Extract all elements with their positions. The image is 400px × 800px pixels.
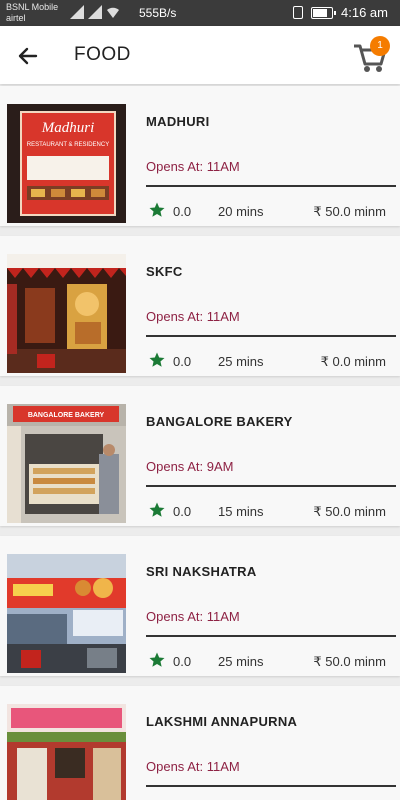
rating: 0.0 bbox=[173, 504, 192, 519]
signal-icon bbox=[70, 5, 84, 19]
minimum-order: ₹ 50.0 minm bbox=[313, 504, 386, 519]
opens-at: Opens At: 11AM bbox=[146, 309, 240, 324]
divider bbox=[146, 785, 396, 787]
restaurant-meta: 0.0 25 mins ₹ 0.0 minm bbox=[146, 352, 396, 372]
opens-label: Opens At: bbox=[146, 159, 204, 174]
minimum-order: ₹ 50.0 minm bbox=[313, 204, 386, 219]
divider bbox=[146, 485, 396, 487]
minimum-order: ₹ 50.0 minm bbox=[313, 654, 386, 669]
restaurant-list: Madhuri RESTAURANT & RESIDENCY MADHURI O… bbox=[0, 86, 400, 800]
restaurant-name: LAKSHMI ANNAPURNA bbox=[146, 714, 298, 729]
star-icon bbox=[149, 502, 165, 517]
bakery-sign-text: BANGALORE BAKERY bbox=[28, 412, 105, 419]
opens-label: Opens At: bbox=[146, 309, 204, 324]
vibrate-icon bbox=[293, 6, 304, 19]
divider bbox=[146, 185, 396, 187]
restaurant-card[interactable]: SKFC Opens At: 11AM 0.0 25 mins ₹ 0.0 mi… bbox=[0, 236, 400, 376]
madhuri-sub-text: RESTAURANT & RESIDENCY bbox=[27, 142, 109, 148]
cart-count-badge: 1 bbox=[370, 36, 390, 56]
opens-at: Opens At: 11AM bbox=[146, 159, 240, 174]
opens-label: Opens At: bbox=[146, 459, 204, 474]
app-bar: FOOD 1 bbox=[0, 26, 400, 84]
clock: 4:16 am bbox=[341, 5, 388, 20]
restaurant-name: MADHURI bbox=[146, 114, 210, 129]
restaurant-meta: 0.0 25 mins ₹ 50.0 minm bbox=[146, 652, 396, 672]
restaurant-meta: 0.0 15 mins ₹ 50.0 minm bbox=[146, 502, 396, 522]
carrier-2: airtel bbox=[6, 13, 26, 23]
delivery-time: 25 mins bbox=[218, 354, 264, 369]
restaurant-name: SRI NAKSHATRA bbox=[146, 564, 257, 579]
carrier-info: BSNL Mobile airtel bbox=[6, 2, 58, 24]
network-speed: 555B/s bbox=[139, 6, 177, 20]
divider bbox=[146, 335, 396, 337]
delivery-time: 25 mins bbox=[218, 654, 264, 669]
opens-time: 11AM bbox=[206, 309, 240, 324]
opens-time: 9AM bbox=[206, 459, 234, 474]
opens-time: 11AM bbox=[206, 609, 240, 624]
opens-label: Opens At: bbox=[146, 759, 204, 774]
signal-icon bbox=[88, 5, 102, 19]
restaurant-image bbox=[7, 254, 126, 373]
restaurant-card[interactable]: SRI NAKSHATRA Opens At: 11AM 0.0 25 mins… bbox=[0, 536, 400, 676]
carrier-1: BSNL Mobile bbox=[6, 2, 59, 12]
restaurant-card[interactable]: LAKSHMI ANNAPURNA Opens At: 11AM bbox=[0, 686, 400, 800]
restaurant-meta: 0.0 20 mins ₹ 50.0 minm bbox=[146, 202, 396, 222]
page-title: FOOD bbox=[74, 44, 131, 65]
opens-at: Opens At: 11AM bbox=[146, 759, 240, 774]
restaurant-image bbox=[7, 554, 126, 673]
minimum-order: ₹ 0.0 minm bbox=[320, 354, 386, 369]
star-icon bbox=[149, 202, 165, 217]
madhuri-logo-text: Madhuri bbox=[41, 120, 95, 136]
status-right: 4:16 am bbox=[293, 5, 388, 20]
opens-at: Opens At: 9AM bbox=[146, 459, 233, 474]
divider bbox=[146, 635, 396, 637]
rating: 0.0 bbox=[173, 654, 192, 669]
restaurant-name: SKFC bbox=[146, 264, 183, 279]
restaurant-name: BANGALORE BAKERY bbox=[146, 414, 293, 429]
opens-time: 11AM bbox=[206, 159, 240, 174]
restaurant-card[interactable]: Madhuri RESTAURANT & RESIDENCY MADHURI O… bbox=[0, 86, 400, 226]
status-bar: BSNL Mobile airtel 555B/s 4:16 am bbox=[0, 0, 400, 26]
opens-at: Opens At: 11AM bbox=[146, 609, 240, 624]
wifi-icon bbox=[107, 7, 119, 18]
back-arrow-icon[interactable] bbox=[14, 42, 42, 70]
star-icon bbox=[149, 352, 165, 367]
rating: 0.0 bbox=[173, 354, 192, 369]
rating: 0.0 bbox=[173, 204, 192, 219]
star-icon bbox=[149, 652, 165, 667]
battery-icon bbox=[311, 6, 337, 19]
restaurant-image: BANGALORE BAKERY bbox=[7, 404, 126, 523]
delivery-time: 20 mins bbox=[218, 204, 264, 219]
signal-icons bbox=[70, 5, 120, 19]
opens-time: 11AM bbox=[206, 759, 240, 774]
restaurant-image bbox=[7, 704, 126, 800]
delivery-time: 15 mins bbox=[218, 504, 264, 519]
restaurant-card[interactable]: BANGALORE BAKERY BANGALORE BAKERY Opens … bbox=[0, 386, 400, 526]
cart-button[interactable]: 1 bbox=[350, 36, 390, 76]
opens-label: Opens At: bbox=[146, 609, 204, 624]
restaurant-image: Madhuri RESTAURANT & RESIDENCY bbox=[7, 104, 126, 223]
